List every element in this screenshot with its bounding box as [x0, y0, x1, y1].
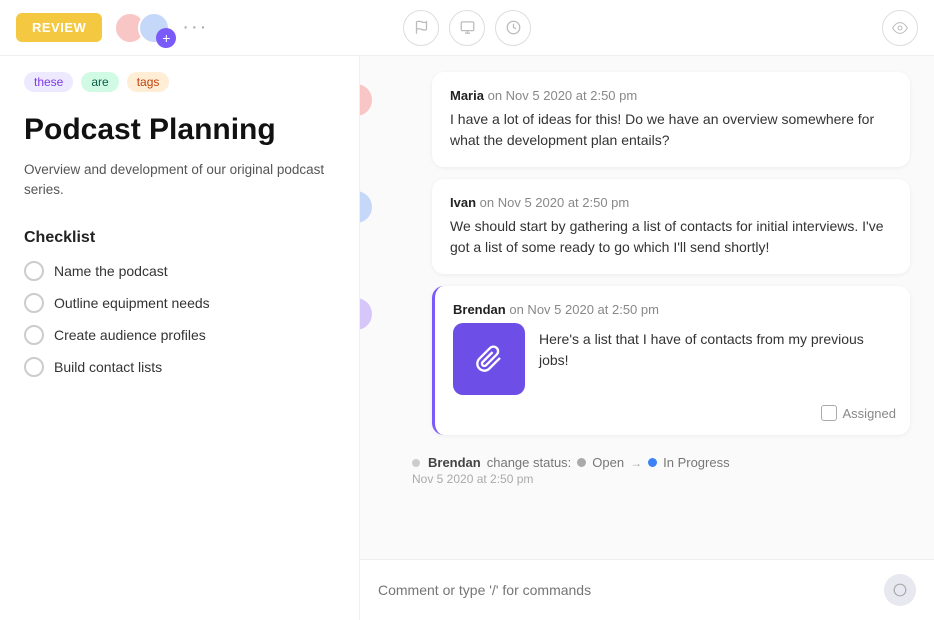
avatar-group: +: [114, 12, 170, 44]
left-panel: these are tags Podcast Planning Overview…: [0, 56, 360, 620]
checklist-checkbox-1[interactable]: [24, 261, 44, 281]
status-from: Open: [592, 455, 624, 470]
checklist-item: Name the podcast: [24, 261, 335, 281]
comment-header-ivan: Ivan on Nov 5 2020 at 2:50 pm: [450, 195, 892, 210]
review-button[interactable]: REVIEW: [16, 13, 102, 42]
checklist-checkbox-3[interactable]: [24, 325, 44, 345]
comment-wrapper-brendan: Brendan on Nov 5 2020 at 2:50 pm Here's …: [384, 286, 910, 435]
checklist-item: Create audience profiles: [24, 325, 335, 345]
comment-timestamp-brendan: on Nov 5 2020 at 2:50 pm: [509, 302, 659, 317]
comment-card-ivan: Ivan on Nov 5 2020 at 2:50 pm We should …: [432, 179, 910, 274]
assigned-badge[interactable]: Assigned: [821, 405, 896, 421]
status-dot-to: [648, 458, 657, 467]
right-panel: Maria on Nov 5 2020 at 2:50 pm I have a …: [360, 56, 934, 620]
flag-icon-button[interactable]: [403, 10, 439, 46]
clock-icon-button[interactable]: [495, 10, 531, 46]
comment-text-brendan: Here's a list that I have of contacts fr…: [539, 323, 892, 371]
status-arrow: →: [630, 456, 642, 470]
avatar-maria: [360, 84, 372, 116]
checklist: Name the podcast Outline equipment needs…: [24, 261, 335, 377]
comment-input-area: [360, 559, 934, 620]
page-description: Overview and development of our original…: [24, 160, 335, 201]
comment-author-brendan: Brendan: [453, 302, 506, 317]
assigned-label: Assigned: [843, 406, 896, 421]
status-dot-from: [577, 458, 586, 467]
status-to: In Progress: [663, 455, 729, 470]
assigned-checkbox[interactable]: [821, 405, 837, 421]
attachment-thumbnail[interactable]: [453, 323, 525, 395]
comment-text-ivan: We should start by gathering a list of c…: [450, 216, 892, 258]
comment-text-maria: I have a lot of ideas for this! Do we ha…: [450, 109, 892, 151]
comment-header-brendan: Brendan on Nov 5 2020 at 2:50 pm: [453, 302, 892, 317]
comment-timestamp-ivan: on Nov 5 2020 at 2:50 pm: [480, 195, 630, 210]
tag-these[interactable]: these: [24, 72, 73, 92]
comment-author-ivan: Ivan: [450, 195, 476, 210]
comment-card-maria: Maria on Nov 5 2020 at 2:50 pm I have a …: [432, 72, 910, 167]
checklist-item: Build contact lists: [24, 357, 335, 377]
checklist-label-3: Create audience profiles: [54, 327, 206, 343]
more-options-button[interactable]: ···: [182, 16, 208, 39]
checklist-title: Checklist: [24, 229, 335, 247]
comment-card-brendan: Brendan on Nov 5 2020 at 2:50 pm Here's …: [432, 286, 910, 435]
checklist-checkbox-4[interactable]: [24, 357, 44, 377]
page-title: Podcast Planning: [24, 112, 335, 148]
comment-header-maria: Maria on Nov 5 2020 at 2:50 pm: [450, 88, 892, 103]
tags-row: these are tags: [24, 72, 335, 92]
comment-author-maria: Maria: [450, 88, 484, 103]
avatar-brendan: [360, 298, 372, 330]
comment-timestamp-maria: on Nov 5 2020 at 2:50 pm: [488, 88, 638, 103]
comments-feed: Maria on Nov 5 2020 at 2:50 pm I have a …: [360, 56, 934, 559]
checklist-item: Outline equipment needs: [24, 293, 335, 313]
checklist-label-1: Name the podcast: [54, 263, 168, 279]
status-change-row: Brendan change status: Open → In Progres…: [384, 447, 910, 494]
comment-attachment-area: Here's a list that I have of contacts fr…: [453, 323, 892, 395]
status-change-author: Brendan: [428, 455, 481, 470]
tag-are[interactable]: are: [81, 72, 118, 92]
comment-wrapper-maria: Maria on Nov 5 2020 at 2:50 pm I have a …: [384, 72, 910, 167]
checklist-label-2: Outline equipment needs: [54, 295, 210, 311]
status-timestamp: Nov 5 2020 at 2:50 pm: [412, 472, 886, 486]
eye-icon-button[interactable]: [882, 10, 918, 46]
status-change-content: Brendan change status: Open → In Progres…: [428, 455, 730, 470]
comment-input[interactable]: [378, 582, 884, 598]
avatar-ivan: [360, 191, 372, 223]
comment-wrapper-ivan: Ivan on Nov 5 2020 at 2:50 pm We should …: [384, 179, 910, 274]
card-icon-button[interactable]: [449, 10, 485, 46]
add-member-button[interactable]: +: [156, 28, 176, 48]
checklist-checkbox-2[interactable]: [24, 293, 44, 313]
send-button[interactable]: [884, 574, 916, 606]
status-change-label: change status:: [487, 455, 572, 470]
tag-tags[interactable]: tags: [127, 72, 170, 92]
checklist-label-4: Build contact lists: [54, 359, 162, 375]
status-bullet: [412, 459, 420, 467]
